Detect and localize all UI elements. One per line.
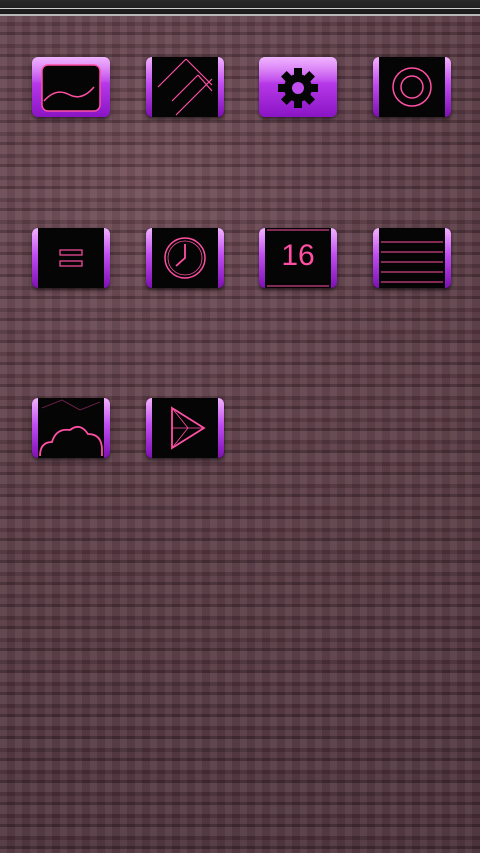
play-icon (171, 406, 206, 450)
lined-paper-icon (381, 241, 443, 283)
calendar-day-label: 16 (281, 239, 315, 272)
play-store-app-icon[interactable] (146, 398, 224, 458)
gear-icon (278, 68, 318, 108)
gallery-app-icon[interactable] (32, 57, 110, 117)
cloud-icon (39, 399, 103, 457)
target-circle-icon (392, 67, 432, 107)
settings-app-icon[interactable] (259, 57, 337, 117)
camera-app-icon[interactable] (373, 57, 451, 117)
calendar-app-icon[interactable]: 16 (259, 228, 337, 288)
menu-app-icon[interactable] (32, 228, 110, 288)
equals-icon (59, 249, 83, 267)
clock-icon (164, 237, 206, 279)
clock-app-icon[interactable] (146, 228, 224, 288)
notes-app-icon[interactable] (373, 228, 451, 288)
landscape-icon (41, 64, 101, 112)
status-bar (0, 0, 480, 16)
tangram-icon (157, 58, 213, 116)
cloud-app-icon[interactable] (32, 398, 110, 458)
tangram-app-icon[interactable] (146, 57, 224, 117)
